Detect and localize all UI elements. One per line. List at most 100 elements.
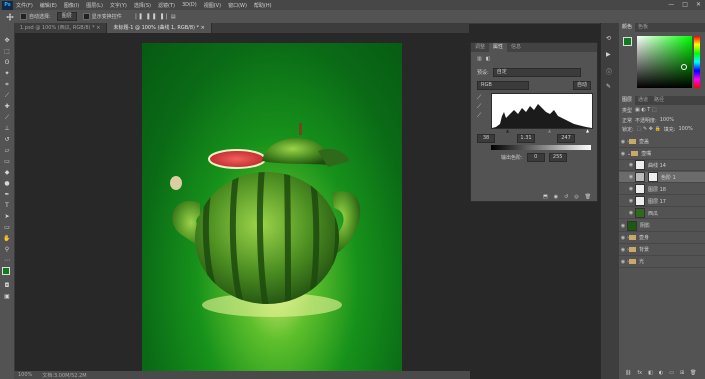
blend-mode-dropdown[interactable]: 正常 [622,117,632,124]
gray-point-eyedropper-icon[interactable]: ⟋ [477,102,481,111]
tab-layers[interactable]: 图层 [619,96,636,105]
info-panel-icon[interactable]: ⓘ [606,67,612,76]
delete-icon[interactable]: 🗑 [585,194,591,200]
path-selection-tool-icon[interactable]: ➤ [3,213,11,221]
auto-button[interactable]: 自动 [573,81,592,90]
new-layer-icon[interactable]: ⊞ [680,370,684,376]
eraser-tool-icon[interactable]: ▱ [3,147,11,155]
layer-row[interactable]: ◉ 曲线 14 [619,160,705,171]
transform-controls-checkbox[interactable] [82,13,90,20]
menu-help[interactable]: 帮助(H) [254,2,272,9]
menu-type[interactable]: 文字(Y) [110,2,127,9]
auto-select-checkbox[interactable] [20,13,27,20]
color-picker-cursor[interactable] [681,64,687,70]
gamma-input-slider-icon[interactable]: ▲ [548,128,551,133]
layer-row[interactable]: ◉ › 壶盖 [619,136,705,148]
screen-mode-icon[interactable]: ▣ [3,293,11,301]
white-input-slider-icon[interactable]: ▲ [586,128,589,133]
adjustment-layer-icon[interactable]: ◐ [659,370,663,376]
blur-tool-icon[interactable]: ◆ [3,169,11,177]
healing-brush-tool-icon[interactable]: ✚ [3,103,11,111]
crop-tool-icon[interactable]: ⌗ [3,81,11,89]
input-sliders[interactable]: ▲ ▲ ▲ [491,128,591,133]
menu-window[interactable]: 窗口(W) [228,2,247,9]
menu-select[interactable]: 选择(S) [134,2,151,9]
eye-icon[interactable]: ◉ [619,151,627,157]
tab-document-1[interactable]: 1.psd @ 100% (西瓜, RGB/8) * × [14,23,108,33]
shape-tool-icon[interactable]: ▭ [3,224,11,232]
tab-channels[interactable]: 通道 [635,96,651,105]
tab-document-2[interactable]: 未标题-1 @ 100% (曲线 1, RGB/8) * × [107,23,212,33]
document-canvas[interactable] [142,43,402,373]
output-white-field[interactable]: 255 [548,153,567,162]
lasso-tool-icon[interactable]: ʘ [3,59,11,67]
opacity-value[interactable]: 100% [660,117,674,124]
tab-close-icon[interactable]: × [201,25,205,31]
layer-row[interactable]: ◉ 阴影 [619,220,705,232]
foreground-color-swatch[interactable] [2,267,10,275]
eye-icon[interactable]: ◉ [619,247,627,253]
delete-layer-icon[interactable]: 🗑 [690,370,696,376]
reset-icon[interactable]: ↺ [564,194,568,200]
eye-icon[interactable]: ◉ [627,174,635,180]
menu-3d[interactable]: 3D(D) [182,2,197,8]
gradient-tool-icon[interactable]: ▭ [3,158,11,166]
align-right-icon[interactable]: ▐▕ [159,14,167,20]
mask-icon[interactable]: ◧ [486,56,491,62]
layer-row[interactable]: ◉ › 壶身 [619,232,705,244]
input-white-field[interactable]: 247 [557,134,575,143]
tab-color[interactable]: 颜色 [619,23,636,32]
input-black-field[interactable]: 38 [477,134,495,143]
menu-filter[interactable]: 滤镜(T) [158,2,175,9]
black-point-eyedropper-icon[interactable]: ⟋ [477,93,481,102]
eye-icon[interactable]: ◉ [619,259,627,265]
tab-close-icon[interactable]: × [96,25,100,31]
pen-tool-icon[interactable]: ✒ [3,191,11,199]
clone-stamp-tool-icon[interactable]: ⊥ [3,125,11,133]
actions-panel-icon[interactable]: ▶ [606,51,611,58]
layer-row-selected[interactable]: ◉ 色阶 1 [619,172,705,183]
channel-dropdown[interactable]: RGB [477,81,529,90]
maximize-button[interactable]: □ [682,1,688,8]
eye-icon[interactable]: ◉ [619,139,627,145]
quick-mask-icon[interactable]: ◘ [3,282,11,290]
eye-icon[interactable]: ◉ [627,210,635,216]
view-previous-icon[interactable]: ◉ [554,194,558,200]
link-layers-icon[interactable]: ⛓ [625,370,631,376]
move-tool-icon[interactable]: ✥ [3,37,11,45]
tab-adjustments[interactable]: 调整 [471,43,489,52]
tab-info[interactable]: 信息 [507,43,525,52]
layer-row[interactable]: ◉ › 光 [619,256,705,268]
history-panel-icon[interactable]: ⟲ [606,35,611,42]
menu-file[interactable]: 文件(F) [16,2,33,9]
magic-wand-tool-icon[interactable]: ✦ [3,70,11,78]
auto-select-dropdown[interactable]: 图层 [56,12,77,21]
layer-row[interactable]: ◉ 图层 17 [619,196,705,207]
layer-row[interactable]: ◉ › 背景 [619,244,705,256]
fill-value[interactable]: 100% [678,126,692,133]
input-gamma-field[interactable]: 1.31 [517,134,535,143]
preset-dropdown[interactable]: 自定 [492,68,581,77]
distribute-icon[interactable]: ▤ [171,14,176,20]
menu-layer[interactable]: 图层(L) [86,2,103,9]
eyedropper-tool-icon[interactable]: ⟋ [3,92,11,100]
align-center-icon[interactable]: ▌▐ [147,14,155,20]
move-tool-icon[interactable] [6,12,14,21]
close-button[interactable]: ✕ [696,1,701,8]
eye-icon[interactable]: ◉ [627,162,635,168]
tab-properties[interactable]: 属性 [489,43,508,52]
zoom-tool-icon[interactable]: ⚲ [3,246,11,254]
brush-panel-icon[interactable]: ✎ [606,83,611,90]
tab-paths[interactable]: 路径 [651,96,667,105]
more-tools-icon[interactable]: ⋯ [3,257,11,265]
dodge-tool-icon[interactable]: ● [3,180,11,188]
white-point-eyedropper-icon[interactable]: ⟋ [477,111,481,120]
zoom-level[interactable]: 100% [18,372,32,378]
lock-icons[interactable]: ⬚ ✎ ✥ 🔒 [637,126,661,133]
layer-row[interactable]: ◉ 西瓜 [619,208,705,219]
clip-to-layer-icon[interactable]: ⬒ [543,194,548,200]
layer-row[interactable]: ◉ 图层 18 [619,184,705,195]
marquee-tool-icon[interactable]: ⬚ [3,48,11,56]
minimize-button[interactable]: — [668,1,674,8]
output-black-field[interactable]: 0 [526,153,545,162]
